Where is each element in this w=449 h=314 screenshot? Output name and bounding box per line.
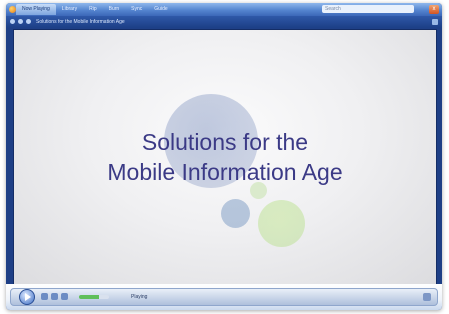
tab-guide[interactable]: Guide — [148, 4, 173, 15]
status-text: Playing — [131, 294, 148, 300]
tab-burn[interactable]: Burn — [103, 4, 126, 15]
playback-controls: Playing — [6, 284, 442, 310]
layout-icon[interactable] — [432, 19, 438, 25]
media-player-window: Now Playing Library Rip Burn Sync Guide … — [6, 3, 442, 310]
control-panel: Playing — [10, 288, 438, 306]
current-media-title: Solutions for the Mobile Information Age — [36, 19, 125, 25]
tab-rip[interactable]: Rip — [83, 4, 103, 15]
app-logo-icon — [9, 6, 16, 13]
menu-tabs: Now Playing Library Rip Burn Sync Guide — [16, 4, 174, 16]
back-icon[interactable] — [10, 19, 15, 24]
stop-icon[interactable] — [41, 293, 48, 300]
forward-icon[interactable] — [18, 19, 23, 24]
decorative-bubble — [221, 199, 250, 228]
slide-title-line-2: Mobile Information Age — [107, 159, 343, 185]
tab-library[interactable]: Library — [56, 4, 83, 15]
slide-title-line-1: Solutions for the — [141, 129, 309, 155]
play-button[interactable] — [19, 289, 35, 305]
next-icon[interactable] — [61, 293, 68, 300]
search-input[interactable]: Search — [322, 5, 414, 13]
volume-slider[interactable] — [79, 295, 109, 299]
video-stage: Solutions for the Mobile Information Age — [13, 29, 437, 285]
decorative-bubble — [258, 200, 305, 247]
address-bar: Solutions for the Mobile Information Age — [6, 16, 442, 28]
volume-level — [79, 295, 99, 299]
tab-now-playing[interactable]: Now Playing — [16, 4, 56, 15]
previous-icon[interactable] — [51, 293, 58, 300]
title-bar: Now Playing Library Rip Burn Sync Guide … — [6, 3, 442, 16]
tab-sync[interactable]: Sync — [125, 4, 148, 15]
fullscreen-icon[interactable] — [423, 293, 431, 301]
menu-icon[interactable] — [26, 19, 31, 24]
close-button[interactable]: x — [429, 5, 439, 14]
